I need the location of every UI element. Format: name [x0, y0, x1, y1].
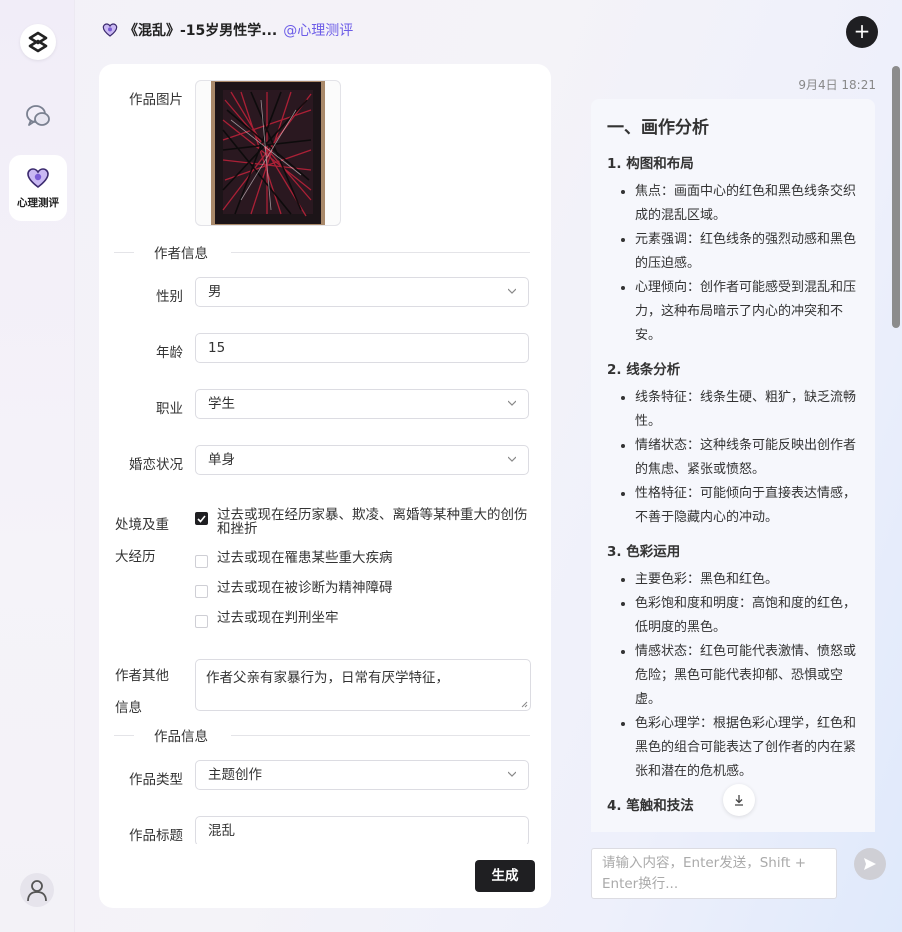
- author-section-divider: 作者信息: [114, 242, 530, 262]
- response-heading: 一、画作分析: [607, 118, 709, 138]
- user-avatar-icon[interactable]: [20, 873, 54, 907]
- chat-input-placeholder: 请输入内容，Enter发送，Shift + Enter换行...: [602, 855, 807, 892]
- response-list: 焦点：画面中心的红色和黑色线条交织成的混乱区域。 元素强调：红色线条的强烈动感和…: [607, 180, 859, 348]
- list-item: 情绪状态：这种线条可能反映出创作者的焦虑、紧张或愤怒。: [635, 434, 859, 482]
- experience-option-3[interactable]: 过去或现在判刑坐牢: [195, 610, 530, 628]
- gender-select[interactable]: 男: [195, 277, 529, 307]
- generate-button[interactable]: 生成: [475, 860, 535, 892]
- experience-label-line: 大经历: [115, 549, 156, 565]
- work-section-divider: 作品信息: [114, 725, 530, 745]
- form-scroll-area[interactable]: 作品图片 作者信息 性别 男 年龄 15 职业 学生 婚恋状况 单身 处境及重 …: [99, 64, 551, 844]
- chevron-down-icon: [508, 456, 516, 462]
- resize-handle-icon[interactable]: [521, 701, 528, 708]
- response-list: 主要色彩：黑色和红色。 色彩饱和度和明度：高饱和度的红色，低明度的黑色。 情感状…: [607, 568, 859, 784]
- marital-select[interactable]: 单身: [195, 445, 529, 475]
- experience-option-0[interactable]: 过去或现在经历家暴、欺凌、离婚等某种重大的创伤和挫折: [195, 507, 530, 537]
- response-list: 线条特征：线条生硬、粗犷，缺乏流畅性。 情绪状态：这种线条可能反映出创作者的焦虑…: [607, 386, 859, 530]
- work-type-label: 作品类型: [129, 772, 183, 788]
- artwork-thumbnail[interactable]: [195, 80, 341, 226]
- work-type-select[interactable]: 主题创作: [195, 760, 529, 790]
- rail-item-psych-eval[interactable]: 心理测评: [9, 155, 67, 221]
- author-section-title: 作者信息: [154, 246, 208, 262]
- send-button[interactable]: [854, 848, 886, 880]
- experience-option-2[interactable]: 过去或现在被诊断为精神障碍: [195, 580, 530, 598]
- app-logo-icon[interactable]: [20, 24, 56, 60]
- list-item: 性格特征：可能倾向于直接表达情感，不善于隐藏内心的冲动。: [635, 482, 859, 530]
- occupation-label: 职业: [156, 401, 183, 417]
- heart-brain-icon: [102, 22, 118, 38]
- list-item: 焦点：画面中心的红色和黑色线条交织成的混乱区域。: [635, 180, 859, 228]
- work-title-value: 混乱: [208, 823, 235, 839]
- gender-label: 性别: [156, 289, 183, 305]
- assessment-form-card: 作品图片 作者信息 性别 男 年龄 15 职业 学生 婚恋状况 单身 处境及重 …: [99, 64, 551, 908]
- checkbox[interactable]: [195, 615, 208, 628]
- analysis-response: 一、画作分析 1. 构图和布局 焦点：画面中心的红色和黑色线条交织成的混乱区域。…: [591, 99, 875, 832]
- response-subheading: 1. 构图和布局: [607, 156, 694, 172]
- list-item: 元素强调：红色线条的强烈动感和黑色的压迫感。: [635, 228, 859, 276]
- list-item: 心理倾向：创作者可能感受到混乱和压力，这种布局暗示了内心的冲突和不安。: [635, 276, 859, 348]
- response-subheading: 2. 线条分析: [607, 362, 681, 378]
- left-rail: 心理测评: [0, 0, 75, 932]
- chevron-down-icon: [508, 771, 516, 777]
- agent-tag[interactable]: @心理测评: [283, 20, 353, 40]
- experience-option-text: 过去或现在判刑坐牢: [217, 610, 339, 626]
- response-subheading: 3. 色彩运用: [607, 544, 681, 560]
- rail-item-label: 心理测评: [17, 197, 59, 209]
- other-info-label-line: 信息: [115, 700, 142, 716]
- checkbox[interactable]: [195, 585, 208, 598]
- scrollbar-thumb[interactable]: [892, 66, 900, 328]
- send-icon: [864, 858, 876, 870]
- marital-label: 婚恋状况: [129, 457, 183, 473]
- age-input[interactable]: 15: [195, 333, 529, 363]
- scroll-to-bottom-button[interactable]: [723, 784, 755, 816]
- message-timestamp: 9月4日 18:21: [798, 78, 876, 92]
- heart-brain-icon: [26, 167, 50, 193]
- other-info-label-line: 作者其他: [115, 668, 169, 684]
- other-info-textarea[interactable]: 作者父亲有家暴行为，日常有厌学特征，: [195, 659, 531, 711]
- work-title-label: 作品标题: [129, 828, 183, 844]
- check-icon: [197, 514, 206, 523]
- experience-label-line: 处境及重: [115, 517, 169, 533]
- gender-value: 男: [208, 284, 222, 300]
- experience-option-text: 过去或现在经历家暴、欺凌、离婚等某种重大的创伤和挫折: [217, 507, 528, 537]
- image-label: 作品图片: [129, 92, 183, 108]
- list-item: 主要色彩：黑色和红色。: [635, 568, 859, 592]
- conversation-title: 《混乱》-15岁男性学...: [124, 23, 278, 39]
- other-info-value: 作者父亲有家暴行为，日常有厌学特征，: [206, 670, 449, 686]
- work-section-title: 作品信息: [154, 729, 208, 745]
- list-item: 色彩饱和度和明度：高饱和度的红色，低明度的黑色。: [635, 592, 859, 640]
- conversation-header: 《混乱》-15岁男性学... @心理测评: [102, 20, 353, 40]
- list-item: 情感状态：红色可能代表激情、愤怒或危险；黑色可能代表抑郁、恐惧或空虚。: [635, 640, 859, 712]
- checkbox-checked[interactable]: [195, 512, 208, 525]
- chevron-down-icon: [508, 400, 516, 406]
- list-item: 线条特征：线条生硬、粗犷，缺乏流畅性。: [635, 386, 859, 434]
- experience-option-1[interactable]: 过去或现在罹患某些重大疾病: [195, 550, 530, 568]
- marital-value: 单身: [208, 452, 235, 468]
- chat-bubbles-icon[interactable]: [24, 102, 52, 130]
- age-value: 15: [208, 340, 226, 356]
- chat-input[interactable]: 请输入内容，Enter发送，Shift + Enter换行...: [591, 848, 837, 899]
- experience-option-text: 过去或现在被诊断为精神障碍: [217, 580, 393, 596]
- new-chat-button[interactable]: +: [846, 16, 878, 48]
- chevron-down-icon: [508, 288, 516, 294]
- work-title-input[interactable]: 混乱: [195, 816, 529, 844]
- experience-label: 处境及重 大经历: [115, 509, 179, 573]
- work-type-value: 主题创作: [208, 767, 262, 783]
- arrow-down-icon: [735, 795, 743, 806]
- other-info-label: 作者其他 信息: [115, 660, 179, 724]
- checkbox[interactable]: [195, 555, 208, 568]
- list-item: 色彩心理学：根据色彩心理学，红色和黑色的组合可能表达了创作者的内在紧张和潜在的危…: [635, 712, 859, 784]
- age-label: 年龄: [156, 345, 183, 361]
- experience-option-text: 过去或现在罹患某些重大疾病: [217, 550, 393, 566]
- occupation-value: 学生: [208, 396, 235, 412]
- occupation-select[interactable]: 学生: [195, 389, 529, 419]
